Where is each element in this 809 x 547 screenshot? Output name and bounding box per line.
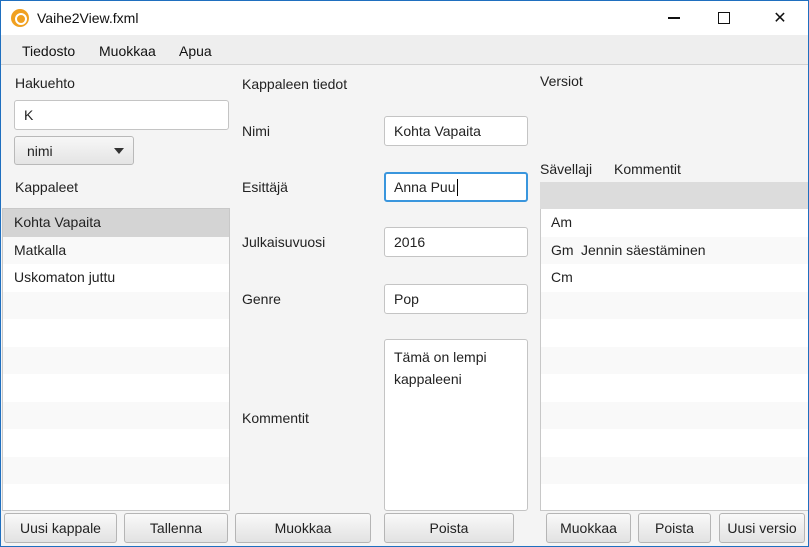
minimize-button[interactable] — [651, 1, 697, 35]
list-item[interactable]: Matkalla — [3, 236, 229, 264]
search-input-value: K — [24, 107, 34, 123]
close-button[interactable]: ✕ — [757, 1, 803, 35]
list-empty-row — [3, 319, 229, 347]
comments-textarea[interactable]: Tämä on lempi kappaleeni — [384, 339, 528, 511]
list-item[interactable]: Kohta Vapaita — [3, 209, 229, 237]
list-item[interactable]: Uskomaton juttu — [3, 264, 229, 292]
versions-table[interactable]: Am Gm Jennin säestäminen Cm — [540, 209, 808, 511]
year-label: Julkaisuvuosi — [242, 234, 326, 250]
text-caret — [456, 178, 458, 196]
search-field-combo[interactable]: nimi — [14, 136, 134, 165]
app-icon — [11, 9, 29, 27]
save-button[interactable]: Tallenna — [124, 513, 228, 543]
songs-list[interactable]: Kohta Vapaita Matkalla Uskomaton juttu — [2, 208, 230, 511]
col-header-key[interactable]: Sävellaji — [540, 161, 592, 177]
list-empty-row — [3, 374, 229, 402]
table-empty-row — [541, 429, 808, 457]
new-version-button[interactable]: Uusi versio — [719, 513, 805, 543]
menu-tiedosto[interactable]: Tiedosto — [22, 43, 75, 59]
col-header-comment[interactable]: Kommentit — [614, 161, 681, 177]
app-window: Vaihe2View.fxml ✕ Tiedosto Muokkaa Apua … — [0, 0, 809, 547]
search-input[interactable]: K — [14, 100, 229, 130]
year-field-value: 2016 — [394, 234, 426, 250]
table-empty-row — [541, 456, 808, 484]
name-field-value: Kohta Vapaita — [394, 123, 481, 139]
list-empty-row — [3, 291, 229, 319]
cell-comment: Jennin säestäminen — [581, 241, 706, 258]
cell-key: Am — [551, 214, 572, 230]
list-empty-row — [3, 346, 229, 374]
window-title: Vaihe2View.fxml — [37, 10, 139, 26]
edit-version-button[interactable]: Muokkaa — [546, 513, 631, 543]
genre-label: Genre — [242, 291, 281, 307]
table-empty-row — [541, 319, 808, 347]
list-empty-row — [3, 484, 229, 510]
minimize-icon — [668, 17, 680, 19]
table-empty-row — [541, 291, 808, 319]
versions-label: Versiot — [540, 73, 583, 89]
versions-table-header — [540, 182, 808, 209]
menu-muokkaa[interactable]: Muokkaa — [99, 43, 156, 59]
details-heading: Kappaleen tiedot — [242, 76, 348, 92]
table-empty-row — [541, 374, 808, 402]
table-row[interactable]: Am — [541, 209, 808, 237]
maximize-icon — [718, 12, 730, 24]
search-field-combo-value: nimi — [27, 142, 53, 159]
cell-key: Gm — [551, 241, 574, 258]
table-row[interactable]: Gm Jennin säestäminen — [541, 236, 808, 264]
list-empty-row — [3, 429, 229, 457]
name-field[interactable]: Kohta Vapaita — [384, 116, 528, 146]
list-empty-row — [3, 401, 229, 429]
title-bar: Vaihe2View.fxml ✕ — [1, 1, 808, 35]
delete-version-button[interactable]: Poista — [638, 513, 711, 543]
songs-label: Kappaleet — [15, 179, 79, 195]
genre-field[interactable]: Pop — [384, 284, 528, 314]
year-field[interactable]: 2016 — [384, 227, 528, 257]
delete-song-button[interactable]: Poista — [384, 513, 514, 543]
artist-label: Esittäjä — [242, 179, 288, 195]
table-empty-row — [541, 484, 808, 510]
edit-song-button[interactable]: Muokkaa — [235, 513, 371, 543]
list-empty-row — [3, 456, 229, 484]
name-label: Nimi — [242, 123, 270, 139]
table-empty-row — [541, 346, 808, 374]
cell-key: Cm — [551, 269, 573, 285]
menu-bar: Tiedosto Muokkaa Apua — [1, 35, 808, 65]
maximize-button[interactable] — [701, 1, 747, 35]
search-label: Hakuehto — [15, 75, 75, 91]
comments-label: Kommentit — [242, 410, 309, 426]
artist-field-value: Anna Puu — [394, 179, 456, 195]
chevron-down-icon — [114, 148, 124, 154]
menu-apua[interactable]: Apua — [179, 43, 212, 59]
table-empty-row — [541, 401, 808, 429]
close-icon: ✕ — [773, 10, 787, 27]
artist-field[interactable]: Anna Puu — [384, 172, 528, 202]
new-song-button[interactable]: Uusi kappale — [4, 513, 117, 543]
table-row[interactable]: Cm — [541, 264, 808, 292]
genre-field-value: Pop — [394, 291, 419, 307]
